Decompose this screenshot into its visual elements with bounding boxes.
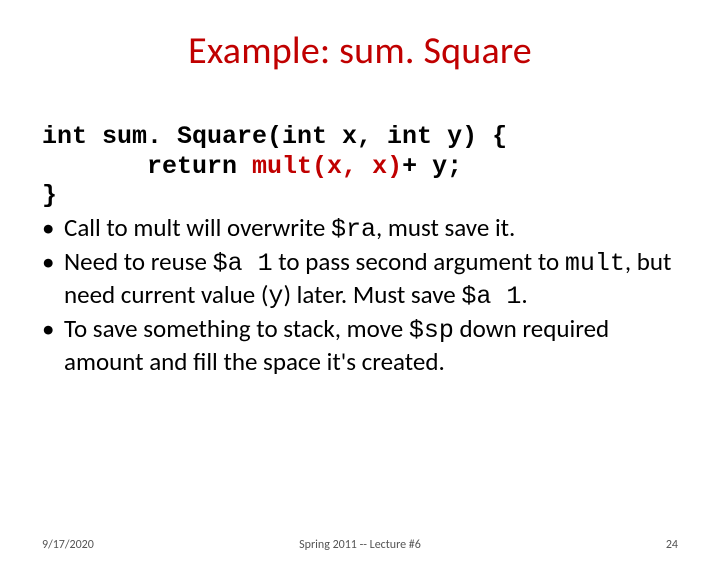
text-span: Need to reuse xyxy=(64,246,213,277)
footer-date: 9/17/2020 xyxy=(42,538,94,552)
code-span: mult xyxy=(565,249,625,278)
code-span: $sp xyxy=(409,316,454,345)
text-span: . xyxy=(521,279,527,310)
code-block: int sum. Square(int x, int y) { return m… xyxy=(42,122,678,211)
text-span: ) later. Must save xyxy=(283,279,461,310)
slide-title: Example: sum. Square xyxy=(0,28,720,74)
code-call-highlight: mult(x, x) xyxy=(252,152,402,181)
code-line-1: int sum. Square(int x, int y) { xyxy=(42,122,507,151)
bullet-item: Need to reuse $a 1 to pass second argume… xyxy=(42,247,678,312)
code-span: $ra xyxy=(331,215,376,244)
code-line-3: } xyxy=(42,181,57,210)
bullet-list: Call to mult will overwrite $ra, must sa… xyxy=(42,213,678,378)
footer-lecture: Spring 2011 -- Lecture #6 xyxy=(0,538,720,552)
bullet-item: To save something to stack, move $sp dow… xyxy=(42,314,678,377)
text-span: , must save it. xyxy=(376,212,515,243)
footer-page-number: 24 xyxy=(666,538,678,552)
code-line-2-indent: return xyxy=(42,152,252,181)
slide-footer: 9/17/2020 Spring 2011 -- Lecture #6 24 xyxy=(0,538,720,552)
code-span: $a 1 xyxy=(213,249,273,278)
code-span: y xyxy=(268,282,283,311)
bullet-item: Call to mult will overwrite $ra, must sa… xyxy=(42,213,678,246)
text-span: Call to mult will overwrite xyxy=(64,212,331,243)
code-line-2-post: + y; xyxy=(402,152,462,181)
text-span: to pass second argument to xyxy=(273,246,565,277)
slide-body: int sum. Square(int x, int y) { return m… xyxy=(0,122,720,377)
code-span: $a 1 xyxy=(461,282,521,311)
text-span: To save something to stack, move xyxy=(64,313,409,344)
